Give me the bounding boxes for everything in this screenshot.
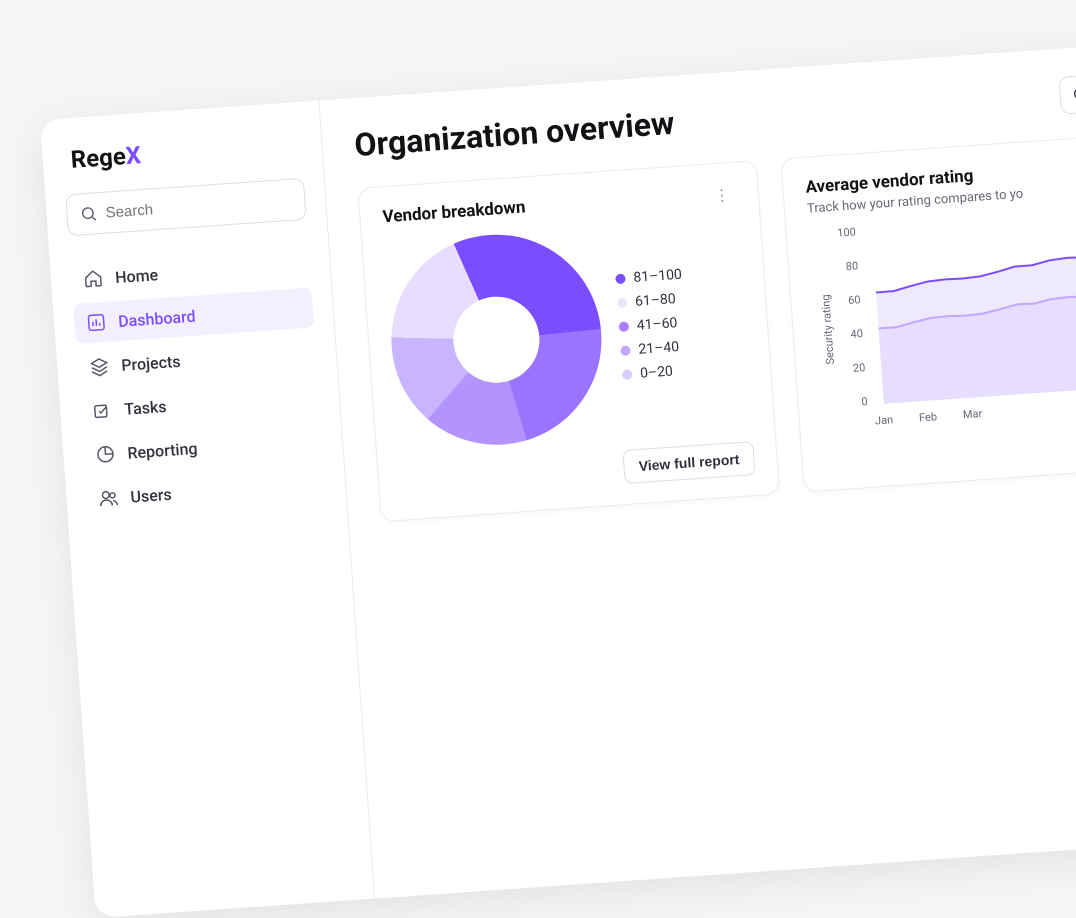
y-tick: 20 bbox=[837, 361, 866, 376]
card-average-vendor-rating: Average vendor rating Track how your rat… bbox=[780, 114, 1076, 492]
x-tick: Feb bbox=[919, 410, 938, 424]
line-chart: Security rating 100806040200 JanFebMar bbox=[808, 188, 1076, 431]
x-tick: Jan bbox=[875, 413, 894, 427]
legend-item: 0–20 bbox=[622, 362, 689, 383]
page-title: Organization overview bbox=[353, 104, 675, 164]
sidebar-item-label: Tasks bbox=[124, 396, 167, 418]
layers-icon bbox=[89, 356, 110, 377]
main-content: Organization overview Filters Customize … bbox=[319, 22, 1076, 898]
legend-item: 81–100 bbox=[615, 267, 682, 288]
sidebar-item-label: Home bbox=[114, 265, 158, 287]
legend-label: 81–100 bbox=[633, 267, 683, 286]
sidebar-item-label: Users bbox=[130, 484, 172, 506]
donut-legend: 81–100 61–80 41–60 21–40 0–20 bbox=[615, 267, 690, 391]
y-tick: 40 bbox=[835, 327, 864, 342]
legend-item: 61–80 bbox=[617, 291, 684, 312]
check-square-icon bbox=[92, 400, 113, 421]
users-icon bbox=[98, 487, 119, 508]
sidebar-item-label: Dashboard bbox=[118, 306, 197, 330]
card-title: Vendor breakdown bbox=[382, 197, 526, 227]
y-tick: 100 bbox=[827, 225, 856, 240]
legend-item: 41–60 bbox=[618, 315, 685, 336]
line-plot bbox=[861, 204, 1076, 404]
x-tick: Mar bbox=[962, 407, 982, 421]
view-full-report-button[interactable]: View full report bbox=[623, 441, 756, 484]
legend-label: 0–20 bbox=[640, 363, 674, 381]
home-icon bbox=[83, 268, 104, 289]
legend-label: 21–40 bbox=[638, 339, 680, 358]
legend-item: 21–40 bbox=[620, 338, 687, 359]
search-icon bbox=[79, 203, 98, 224]
brand-name: Rege bbox=[70, 142, 127, 174]
cards-row: Vendor breakdown ⋮ 81–100 61–80 41–60 21–40… bbox=[358, 114, 1076, 522]
y-tick: 0 bbox=[839, 395, 868, 410]
legend-swatch bbox=[622, 369, 633, 380]
sidebar: RegeX Home Dashboard Projects Tas bbox=[40, 100, 375, 918]
legend-swatch bbox=[615, 274, 626, 285]
card-vendor-breakdown: Vendor breakdown ⋮ 81–100 61–80 41–60 21–40… bbox=[358, 160, 780, 522]
donut-chart bbox=[384, 228, 608, 452]
sidebar-item-label: Projects bbox=[121, 351, 181, 374]
legend-swatch bbox=[620, 345, 631, 356]
bar-chart-icon bbox=[86, 312, 107, 333]
brand-logo: RegeX bbox=[62, 130, 302, 175]
search-box[interactable] bbox=[65, 178, 306, 237]
y-tick: 60 bbox=[832, 293, 861, 308]
sidebar-item-label: Reporting bbox=[127, 438, 198, 462]
legend-label: 61–80 bbox=[635, 291, 677, 310]
search-input[interactable] bbox=[105, 190, 305, 221]
legend-swatch bbox=[619, 321, 630, 332]
app-window: RegeX Home Dashboard Projects Tas bbox=[40, 22, 1076, 918]
search-button[interactable] bbox=[1059, 74, 1076, 115]
brand-accent: X bbox=[125, 141, 142, 170]
kebab-menu-icon[interactable]: ⋮ bbox=[707, 183, 737, 208]
legend-swatch bbox=[617, 297, 628, 308]
y-tick: 80 bbox=[830, 259, 859, 274]
pie-chart-icon bbox=[95, 444, 116, 465]
nav-list: Home Dashboard Projects Tasks Reporting … bbox=[70, 244, 327, 520]
search-icon bbox=[1070, 84, 1076, 105]
legend-label: 41–60 bbox=[636, 315, 678, 334]
